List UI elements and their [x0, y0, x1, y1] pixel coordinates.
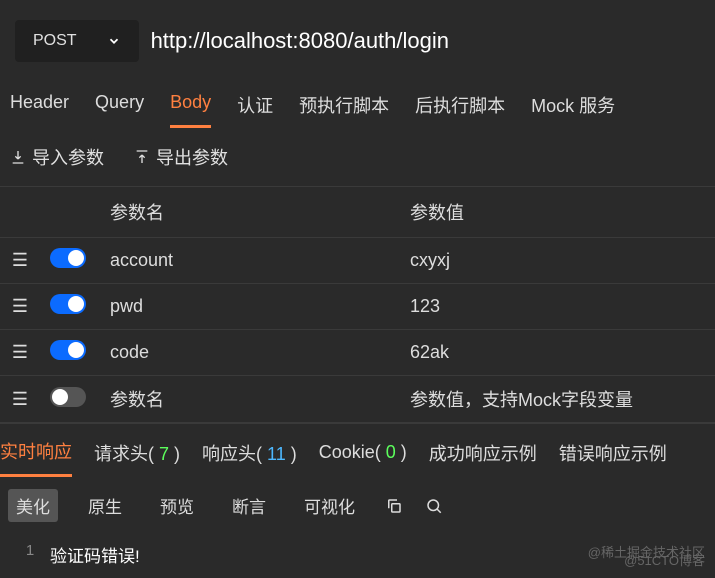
- response-tab[interactable]: 实时响应: [0, 438, 72, 477]
- table-row: ☰ account cxyxj: [0, 238, 715, 284]
- param-value[interactable]: 62ak: [400, 330, 715, 376]
- tab-header[interactable]: Header: [10, 92, 69, 128]
- export-icon: [134, 149, 150, 165]
- tool-assert[interactable]: 断言: [224, 489, 274, 522]
- param-name[interactable]: code: [100, 330, 400, 376]
- method-label: POST: [33, 32, 77, 50]
- tab-postscript[interactable]: 后执行脚本: [415, 92, 505, 128]
- tool-beautify[interactable]: 美化: [8, 489, 58, 522]
- tab-auth[interactable]: 认证: [237, 92, 273, 128]
- response-body: 1 验证码错误! @稀土掘金技术社区 @51CTO博客: [0, 534, 715, 575]
- response-tab[interactable]: Cookie( 0 ): [319, 442, 407, 473]
- response-tabs: 实时响应请求头( 7 ) 响应头( 11 ) Cookie( 0 ) 成功响应示例错误…: [0, 423, 715, 477]
- drag-handle-icon[interactable]: ☰: [0, 376, 40, 423]
- tab-prescript[interactable]: 预执行脚本: [299, 92, 389, 128]
- url-input[interactable]: http://localhost:8080/auth/login: [151, 28, 449, 54]
- export-params-button[interactable]: 导出参数: [134, 144, 228, 170]
- drag-handle-icon[interactable]: ☰: [0, 238, 40, 284]
- tool-raw[interactable]: 原生: [80, 489, 130, 522]
- method-select[interactable]: POST: [15, 20, 139, 62]
- tool-preview[interactable]: 预览: [152, 489, 202, 522]
- request-tabs: Header Query Body 认证 预执行脚本 后执行脚本 Mock 服务: [0, 82, 715, 128]
- table-row-empty: ☰ 参数名 参数值，支持Mock字段变量: [0, 376, 715, 423]
- chevron-down-icon: [107, 34, 121, 48]
- tool-visual[interactable]: 可视化: [296, 489, 363, 522]
- param-name[interactable]: account: [100, 238, 400, 284]
- param-value-input[interactable]: 参数值，支持Mock字段变量: [400, 376, 715, 423]
- param-value[interactable]: 123: [400, 284, 715, 330]
- line-number: 1: [10, 542, 50, 567]
- col-value: 参数值: [400, 187, 715, 238]
- response-tab[interactable]: 错误响应示例: [559, 440, 667, 476]
- enable-toggle[interactable]: [50, 387, 86, 407]
- response-tab[interactable]: 成功响应示例: [429, 440, 537, 476]
- col-name: 参数名: [100, 187, 400, 238]
- response-text: 验证码错误!: [50, 542, 140, 567]
- tab-mock[interactable]: Mock 服务: [531, 92, 615, 128]
- enable-toggle[interactable]: [50, 340, 86, 360]
- enable-toggle[interactable]: [50, 248, 86, 268]
- response-toolbar: 美化 原生 预览 断言 可视化: [0, 477, 715, 534]
- tab-body[interactable]: Body: [170, 92, 211, 128]
- drag-handle-icon[interactable]: ☰: [0, 330, 40, 376]
- enable-toggle[interactable]: [50, 294, 86, 314]
- import-params-button[interactable]: 导入参数: [10, 144, 104, 170]
- search-icon[interactable]: [425, 497, 443, 515]
- table-row: ☰ pwd 123: [0, 284, 715, 330]
- param-name[interactable]: pwd: [100, 284, 400, 330]
- response-tab[interactable]: 请求头( 7 ): [94, 440, 180, 476]
- tab-query[interactable]: Query: [95, 92, 144, 128]
- param-name-input[interactable]: 参数名: [100, 376, 400, 423]
- watermark-bottom: @51CTO博客: [624, 550, 705, 569]
- import-icon: [10, 149, 26, 165]
- response-tab[interactable]: 响应头( 11 ): [202, 440, 297, 476]
- drag-handle-icon[interactable]: ☰: [0, 284, 40, 330]
- table-row: ☰ code 62ak: [0, 330, 715, 376]
- copy-icon[interactable]: [385, 497, 403, 515]
- param-value[interactable]: cxyxj: [400, 238, 715, 284]
- param-table: 参数名 参数值 ☰ account cxyxj ☰ pwd 123 ☰ code…: [0, 186, 715, 423]
